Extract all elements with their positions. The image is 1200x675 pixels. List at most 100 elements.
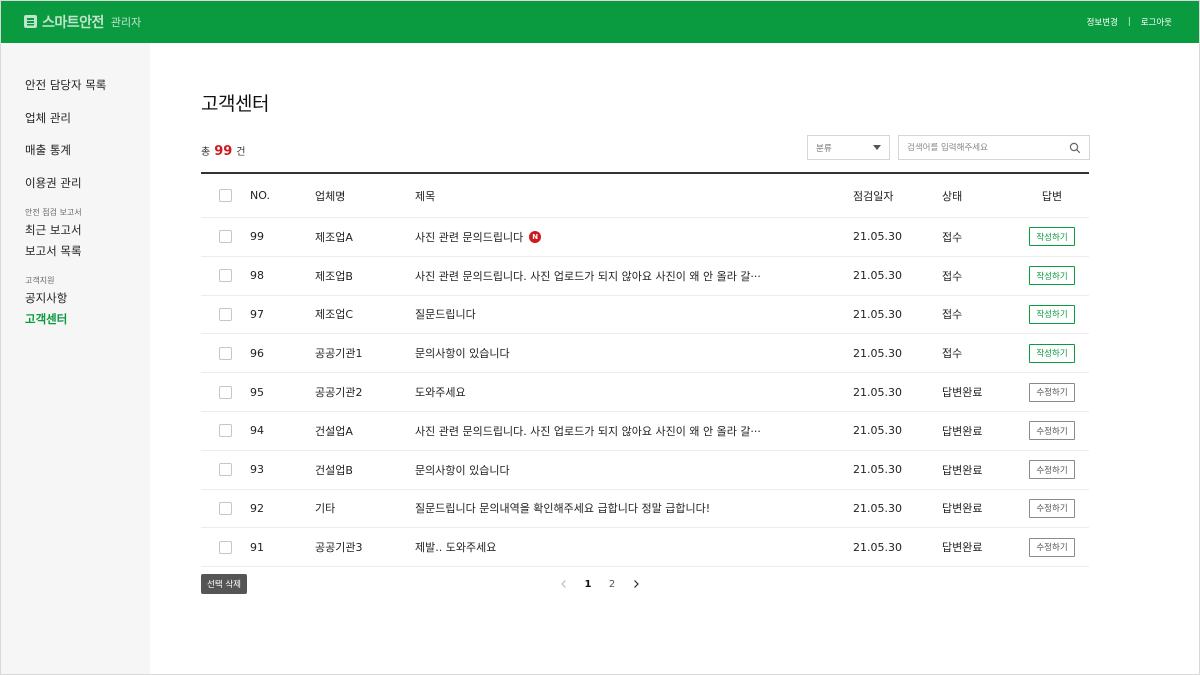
header-links: 정보변경 | 로그아웃 xyxy=(1087,16,1172,28)
page-1-button[interactable]: 1 xyxy=(576,579,600,590)
edit-answer-button[interactable]: 수정하기 xyxy=(1029,421,1075,441)
sidebar-item-sales-stats[interactable]: 매출 통계 xyxy=(25,142,71,158)
profile-link[interactable]: 정보변경 xyxy=(1087,16,1118,28)
new-badge: N xyxy=(529,230,542,243)
cell-no: 94 xyxy=(250,424,264,438)
page-2-button[interactable]: 2 xyxy=(600,579,624,590)
cell-title-text[interactable]: 질문드립니다 xyxy=(415,306,476,322)
table-row[interactable]: 95 공공기관2 도와주세요 21.05.30 답변완료 수정하기 xyxy=(201,373,1089,412)
cell-no: 91 xyxy=(250,540,264,554)
row-checkbox[interactable] xyxy=(219,385,232,399)
cell-title-text[interactable]: 도와주세요 xyxy=(415,384,466,400)
search-icon[interactable] xyxy=(1069,142,1081,154)
cell-date: 21.05.30 xyxy=(853,307,902,321)
cell-title[interactable]: 제발.. 도와주세요 xyxy=(415,528,496,566)
write-answer-button[interactable]: 작성하기 xyxy=(1029,304,1075,324)
category-select[interactable]: 분류 xyxy=(807,135,890,160)
cell-title-text[interactable]: 문의사항이 있습니다 xyxy=(415,345,510,361)
brand-subtitle: 관리자 xyxy=(110,15,142,29)
cell-title[interactable]: 문의사항이 있습니다 xyxy=(415,334,510,372)
sidebar-item-passes[interactable]: 이용권 관리 xyxy=(25,175,82,191)
prev-page-button[interactable] xyxy=(552,579,576,589)
cell-title[interactable]: 질문드립니다 문의내역을 확인해주세요 급합니다 정말 급합니다! xyxy=(415,490,710,528)
table-row[interactable]: 97 제조업C 질문드립니다 21.05.30 접수 작성하기 xyxy=(201,296,1089,335)
edit-answer-button[interactable]: 수정하기 xyxy=(1029,537,1075,557)
column-header-no: NO. xyxy=(250,189,270,202)
cell-company: 제조업B xyxy=(315,269,353,283)
edit-answer-button[interactable]: 수정하기 xyxy=(1029,460,1075,480)
logout-link[interactable]: 로그아웃 xyxy=(1141,16,1172,28)
sidebar-item-recent-reports[interactable]: 최근 보고서 xyxy=(25,222,82,238)
table-row[interactable]: 98 제조업B 사진 관련 문의드립니다. 사진 업로드가 되지 않아요 사진이 왜… xyxy=(201,257,1089,296)
cell-company: 기타 xyxy=(315,502,336,516)
cell-title-text[interactable]: 사진 관련 문의드립니다. 사진 업로드가 되지 않아요 사진이 왜 안 올라 … xyxy=(415,423,761,439)
cell-title-text[interactable]: 제발.. 도와주세요 xyxy=(415,539,496,555)
table-row[interactable]: 94 건설업A 사진 관련 문의드립니다. 사진 업로드가 되지 않아요 사진이 왜… xyxy=(201,412,1089,451)
cell-company: 제조업A xyxy=(315,230,353,244)
row-checkbox[interactable] xyxy=(219,230,232,244)
edit-answer-button[interactable]: 수정하기 xyxy=(1029,498,1075,518)
table-row[interactable]: 96 공공기관1 문의사항이 있습니다 21.05.30 접수 작성하기 xyxy=(201,334,1089,374)
cell-title[interactable]: 사진 관련 문의드립니다. 사진 업로드가 되지 않아요 사진이 왜 안 올라 … xyxy=(415,257,761,295)
select-all-checkbox[interactable] xyxy=(219,189,232,202)
cell-title-text[interactable]: 사진 관련 문의드립니다. 사진 업로드가 되지 않아요 사진이 왜 안 올라 … xyxy=(415,268,761,284)
cell-company: 공공기관3 xyxy=(315,541,363,555)
cell-title[interactable]: 질문드립니다 xyxy=(415,296,476,334)
table-row[interactable]: 92 기타 질문드립니다 문의내역을 확인해주세요 급합니다 정말 급합니다! 21.… xyxy=(201,490,1089,529)
table-row[interactable]: 93 건설업B 문의사항이 있습니다 21.05.30 답변완료 수정하기 xyxy=(201,451,1089,490)
sidebar-item-companies[interactable]: 업체 관리 xyxy=(25,110,71,126)
column-header-title: 제목 xyxy=(415,189,436,203)
cell-status: 답변완료 xyxy=(942,424,983,438)
sidebar-item-safety-managers[interactable]: 안전 담당자 목록 xyxy=(25,77,106,93)
cell-title[interactable]: 문의사항이 있습니다 xyxy=(415,451,510,489)
header-separator: | xyxy=(1127,16,1131,27)
chevron-left-icon xyxy=(561,580,566,588)
table-row[interactable]: 99 제조업A 사진 관련 문의드립니다 N 21.05.30 접수 작성하기 xyxy=(201,218,1089,257)
sidebar: 안전 담당자 목록 업체 관리 매출 통계 이용권 관리 안전 점검 보고서 최… xyxy=(1,43,150,674)
chevron-down-icon xyxy=(873,145,881,150)
cell-title[interactable]: 사진 관련 문의드립니다 N xyxy=(415,218,542,256)
brand[interactable]: 스마트안전 관리자 xyxy=(24,12,141,32)
search-box xyxy=(898,135,1090,160)
cell-title[interactable]: 도와주세요 xyxy=(415,373,466,411)
cell-company: 공공기관2 xyxy=(315,386,363,400)
cell-no: 98 xyxy=(250,269,264,283)
row-checkbox[interactable] xyxy=(219,463,232,477)
next-page-button[interactable] xyxy=(624,579,648,589)
cell-status: 답변완료 xyxy=(942,386,983,400)
row-checkbox[interactable] xyxy=(219,307,232,321)
total-count: 총 99 건 xyxy=(201,143,246,159)
write-answer-button[interactable]: 작성하기 xyxy=(1029,343,1075,363)
sidebar-item-notices[interactable]: 공지사항 xyxy=(25,290,67,306)
table-row[interactable]: 91 공공기관3 제발.. 도와주세요 21.05.30 답변완료 수정하기 xyxy=(201,528,1089,568)
cell-no: 92 xyxy=(250,501,264,515)
sidebar-item-report-list[interactable]: 보고서 목록 xyxy=(25,243,82,259)
sidebar-item-customer-center[interactable]: 고객센터 xyxy=(25,311,67,327)
cell-status: 접수 xyxy=(942,230,963,244)
write-answer-button[interactable]: 작성하기 xyxy=(1029,227,1075,247)
cell-title-text[interactable]: 사진 관련 문의드립니다 xyxy=(415,229,523,245)
cell-status: 접수 xyxy=(942,269,963,283)
write-answer-button[interactable]: 작성하기 xyxy=(1029,266,1075,286)
cell-no: 95 xyxy=(250,385,264,399)
column-header-answer: 답변 xyxy=(1041,189,1063,203)
column-header-company: 업체명 xyxy=(315,189,346,203)
row-checkbox[interactable] xyxy=(219,269,232,283)
cell-no: 96 xyxy=(250,346,264,360)
cell-title-text[interactable]: 문의사항이 있습니다 xyxy=(415,462,510,478)
edit-answer-button[interactable]: 수정하기 xyxy=(1029,382,1075,402)
cell-title[interactable]: 사진 관련 문의드립니다. 사진 업로드가 되지 않아요 사진이 왜 안 올라 … xyxy=(415,412,761,450)
total-suffix: 건 xyxy=(236,147,246,158)
delete-selected-button[interactable]: 선택 삭제 xyxy=(201,574,247,594)
row-checkbox[interactable] xyxy=(219,540,232,554)
search-input[interactable] xyxy=(907,142,1069,153)
cell-no: 99 xyxy=(250,230,264,244)
cell-date: 21.05.30 xyxy=(853,463,902,477)
row-checkbox[interactable] xyxy=(219,346,232,360)
column-header-date: 점검일자 xyxy=(853,189,894,203)
row-checkbox[interactable] xyxy=(219,501,232,515)
cell-title-text[interactable]: 질문드립니다 문의내역을 확인해주세요 급합니다 정말 급합니다! xyxy=(415,500,710,516)
cell-status: 답변완료 xyxy=(942,502,983,516)
cell-date: 21.05.30 xyxy=(853,230,902,244)
row-checkbox[interactable] xyxy=(219,424,232,438)
